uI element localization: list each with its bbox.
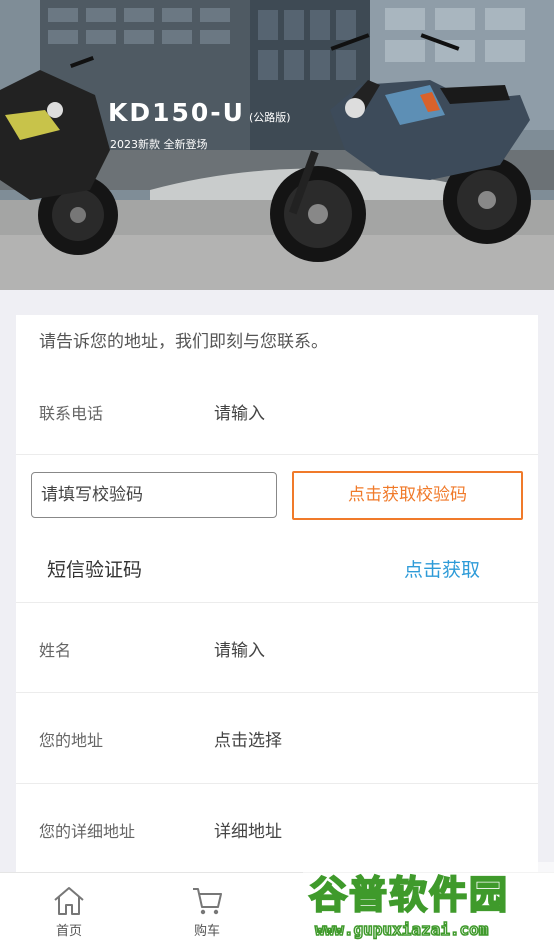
watermark-logo: 谷普软件园 <box>308 872 510 918</box>
banner-model-note: (公路版) <box>249 111 291 124</box>
tab-home-label: 首页 <box>55 924 82 939</box>
name-row[interactable]: 姓名 请输入 <box>16 603 538 693</box>
get-sms-code-button[interactable]: 点击获取 <box>404 555 480 582</box>
get-captcha-button[interactable]: 点击获取校验码 <box>292 471 523 520</box>
detail-address-label: 您的详细地址 <box>39 822 136 841</box>
name-label: 姓名 <box>39 641 72 660</box>
detail-address-input[interactable]: 详细地址 <box>214 817 282 842</box>
site-watermark: 谷普软件园 www.gupuxiazai.com <box>303 862 554 949</box>
address-select[interactable]: 点击选择 <box>214 726 282 751</box>
sms-code-label: 短信验证码 <box>47 559 143 581</box>
phone-label: 联系电话 <box>39 404 104 423</box>
banner-model-name: KD150-U (公路版) <box>108 98 291 127</box>
phone-row[interactable]: 联系电话 请输入 <box>16 360 538 455</box>
home-icon <box>54 887 84 915</box>
tab-buy-car-label: 购车 <box>193 924 220 939</box>
cart-icon <box>193 888 222 915</box>
address-row[interactable]: 您的地址 点击选择 <box>16 693 538 784</box>
tab-buy-car[interactable]: 购车 <box>177 885 237 939</box>
tab-home[interactable]: 首页 <box>39 885 99 939</box>
banner-background <box>0 0 554 290</box>
captcha-input[interactable]: 请填写校验码 <box>31 472 277 518</box>
contact-form: 请告诉您的地址，我们即刻与您联系。 联系电话 请输入 请填写校验码 点击获取校验… <box>16 315 538 890</box>
form-intro: 请告诉您的地址，我们即刻与您联系。 <box>39 332 328 352</box>
hero-banner[interactable]: KD150-U (公路版) 2023新款 全新登场 <box>0 0 554 290</box>
name-input[interactable]: 请输入 <box>214 636 265 661</box>
watermark-url: www.gupuxiazai.com <box>314 919 489 940</box>
address-label: 您的地址 <box>39 731 104 750</box>
banner-subtitle: 2023新款 全新登场 <box>110 138 208 151</box>
phone-input[interactable]: 请输入 <box>214 399 265 424</box>
